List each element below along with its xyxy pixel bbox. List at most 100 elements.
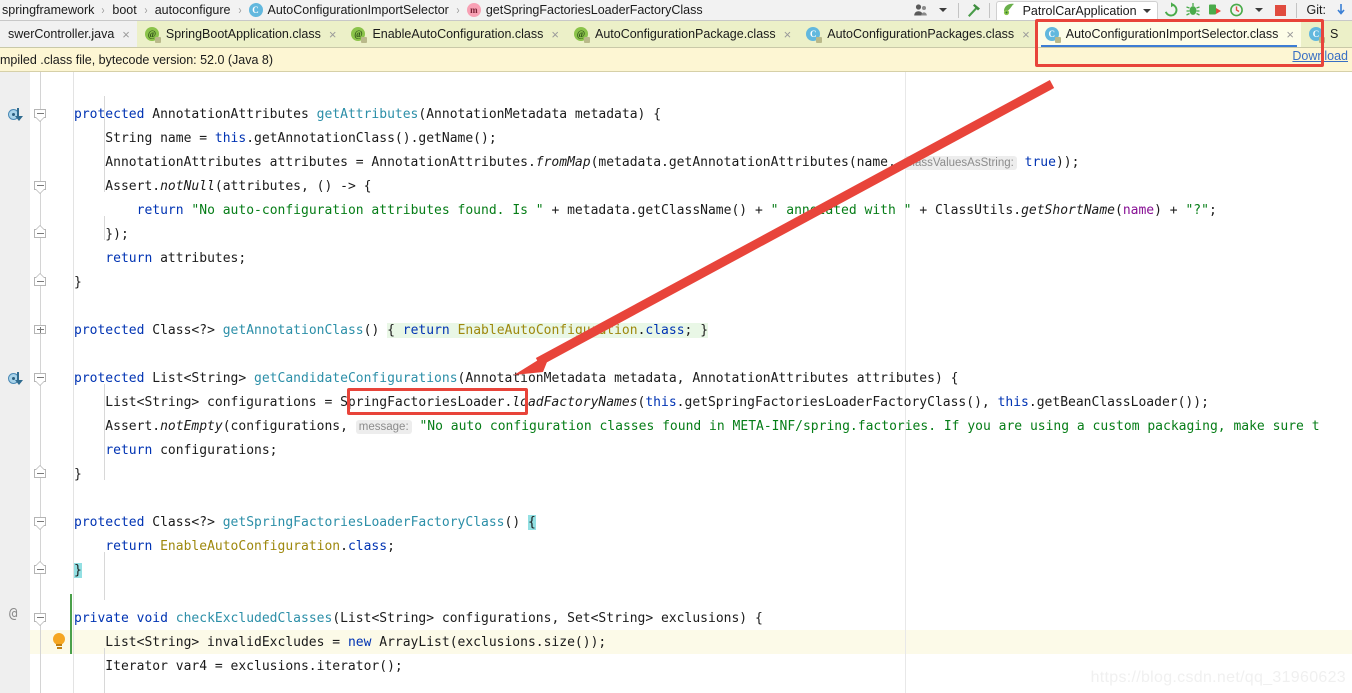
chevron-down-icon[interactable] (1142, 9, 1151, 13)
profile-icon[interactable] (1226, 0, 1248, 20)
class-badge-icon: C (248, 3, 263, 17)
run-configuration-name: PatrolCarApplication (1022, 4, 1137, 18)
code-line: protected Class<?> getSpringFactoriesLoa… (74, 515, 536, 530)
editor-tab-autoconfigurationpackages-class[interactable]: C AutoConfigurationPackages.class × (798, 21, 1037, 47)
git-label: Git: (1306, 3, 1326, 17)
top-bar: springframework › boot › autoconfigure ›… (0, 0, 1352, 21)
close-icon[interactable]: × (784, 28, 792, 41)
overriding-method-icon[interactable] (8, 371, 25, 386)
fold-marker-collapse[interactable] (34, 517, 47, 530)
code-line: protected List<String> getCandidateConfi… (74, 371, 959, 386)
class-icon: C (806, 27, 823, 43)
tab-label: AutoConfigurationPackages.class (827, 27, 1015, 41)
fold-marker-end[interactable] (34, 274, 47, 290)
code-line: Assert.notNull(attributes, () -> { (74, 179, 372, 194)
breadcrumb-item-autoconfigure[interactable]: autoconfigure (153, 0, 233, 20)
editor-tab-springbootapplication-class[interactable]: @ SpringBootApplication.class × (136, 21, 344, 47)
breadcrumb-label: springframework (2, 2, 95, 17)
run-configuration-selector[interactable]: PatrolCarApplication (995, 0, 1158, 21)
watermark-text: https://blog.csdn.net/qq_31960623 (1090, 669, 1346, 686)
overriding-method-icon[interactable] (8, 107, 25, 122)
tab-label: SpringBootApplication.class (165, 27, 321, 41)
intention-bulb-icon[interactable] (52, 633, 66, 649)
intellij-idea-window: springframework › boot › autoconfigure ›… (0, 0, 1352, 693)
annotation-class-icon: @ (351, 27, 368, 43)
breadcrumb-separator: › (456, 3, 460, 17)
editor-tab-swercontroller-java[interactable]: swerController.java × (0, 21, 137, 47)
tab-label: swerController.java (8, 27, 115, 41)
toolbar-divider (957, 2, 959, 18)
editor-tab-autoconfigurationpackage-class[interactable]: @ AutoConfigurationPackage.class × (565, 21, 799, 47)
vcs-change-marker[interactable] (70, 594, 72, 654)
code-line: protected AnnotationAttributes getAttrib… (74, 107, 662, 122)
breadcrumb-label: autoconfigure (154, 2, 231, 17)
spring-boot-run-icon (1002, 2, 1018, 21)
editor-tab-autoconfigurationimportselector-class[interactable]: C AutoConfigurationImportSelector.class … (1036, 21, 1301, 47)
rerun-icon[interactable] (1160, 0, 1182, 20)
code-line: Assert.notEmpty(configurations, message:… (74, 419, 1320, 434)
code-line: return attributes; (105, 251, 247, 266)
git-update-icon[interactable] (1330, 0, 1352, 20)
breadcrumb-item-springframework[interactable]: springframework (0, 0, 96, 20)
editor-tab-strip: swerController.java × @ SpringBootApplic… (0, 21, 1352, 48)
notification-message: mpiled .class file, bytecode version: 52… (0, 52, 274, 67)
breadcrumb-label: AutoConfigurationImportSelector (267, 2, 449, 17)
fold-marker-end[interactable] (34, 466, 47, 482)
debug-icon[interactable] (1182, 0, 1204, 20)
fold-marker-end[interactable] (34, 562, 47, 578)
code-line: return "No auto-configuration attributes… (136, 203, 1217, 218)
code-line: Iterator var4 = exclusions.iterator(); (74, 659, 403, 674)
breadcrumb-separator: › (144, 3, 148, 17)
code-line: String name = this.getAnnotationClass().… (74, 131, 497, 146)
class-icon: C (1044, 27, 1061, 43)
fold-marker-end[interactable] (34, 226, 47, 242)
toolbar-divider (1295, 2, 1297, 18)
fold-marker-collapse[interactable] (34, 373, 47, 386)
code-line: protected Class<?> getAnnotationClass() … (74, 323, 709, 338)
run-with-coverage-icon[interactable] (1204, 0, 1226, 20)
tab-label: EnableAutoConfiguration.class (372, 27, 544, 41)
close-icon[interactable]: × (1022, 28, 1030, 41)
breadcrumb-item-class[interactable]: C AutoConfigurationImportSelector (247, 0, 451, 20)
breadcrumb-label: boot (112, 2, 137, 17)
editor-tab-overflow[interactable]: C S (1300, 21, 1346, 47)
code-line: return EnableAutoConfiguration.class; (105, 539, 395, 554)
code-line: AnnotationAttributes attributes = Annota… (74, 155, 1080, 170)
tab-label: S (1329, 27, 1339, 41)
code-line: private void checkExcludedClasses(List<S… (74, 611, 763, 626)
code-line: List<String> configurations = SpringFact… (74, 395, 1209, 410)
code-editor[interactable]: @ protected AnnotationAttributes getAttr… (0, 72, 1352, 693)
run-toolbar: PatrolCarApplication Git: (910, 0, 1352, 21)
user-avatar-icon[interactable] (910, 0, 932, 20)
chevron-down-icon[interactable] (1248, 0, 1270, 20)
close-icon[interactable]: × (551, 28, 559, 41)
stop-icon[interactable] (1270, 0, 1292, 20)
breadcrumb-item-boot[interactable]: boot (110, 0, 138, 20)
code-line: List<String> invalidExcludes = new Array… (74, 635, 607, 650)
chevron-down-icon[interactable] (932, 0, 954, 20)
breadcrumb-item-method[interactable]: m getSpringFactoriesLoaderFactoryClass (465, 0, 705, 20)
breadcrumb: springframework › boot › autoconfigure ›… (0, 0, 705, 20)
build-hammer-icon[interactable] (963, 0, 985, 20)
breadcrumb-separator: › (101, 3, 105, 17)
fold-marker-expand[interactable] (34, 325, 47, 338)
method-badge-icon: m (466, 3, 481, 17)
class-icon: C (1308, 27, 1325, 43)
code-text[interactable]: protected AnnotationAttributes getAttrib… (74, 72, 1352, 693)
toolbar-divider (988, 2, 990, 18)
decompiled-file-notification: mpiled .class file, bytecode version: 52… (0, 48, 1352, 72)
code-line: } (74, 275, 82, 290)
annotation-class-icon: @ (573, 27, 590, 43)
tab-label: AutoConfigurationImportSelector.class (1065, 27, 1279, 41)
fold-marker-collapse[interactable] (34, 181, 47, 194)
fold-marker-collapse[interactable] (34, 109, 47, 122)
code-line: }); (74, 227, 129, 242)
editor-tab-enableautoconfiguration-class[interactable]: @ EnableAutoConfiguration.class × (343, 21, 566, 47)
tab-label: AutoConfigurationPackage.class (594, 27, 776, 41)
fold-marker-collapse[interactable] (34, 613, 47, 626)
download-sources-link[interactable]: Download (1292, 49, 1348, 63)
breadcrumb-label: getSpringFactoriesLoaderFactoryClass (485, 2, 703, 17)
close-icon[interactable]: × (329, 28, 337, 41)
close-icon[interactable]: × (1286, 28, 1294, 41)
close-icon[interactable]: × (122, 28, 130, 41)
